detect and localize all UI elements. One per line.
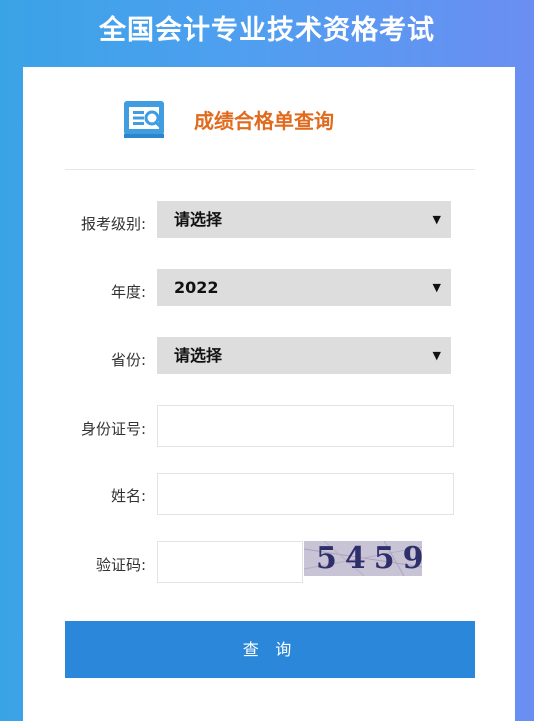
province-select[interactable]: 请选择 ▼ <box>157 337 451 374</box>
query-button[interactable]: 查 询 <box>65 621 475 678</box>
card-header: 成绩合格单查询 <box>23 67 515 169</box>
chevron-down-icon: ▼ <box>432 281 441 294</box>
province-label: 省份: <box>110 351 146 369</box>
exam-level-value: 请选择 <box>174 210 223 229</box>
chevron-down-icon: ▼ <box>432 213 441 226</box>
name-input[interactable] <box>157 473 454 515</box>
id-number-label: 身份证号: <box>80 420 146 438</box>
year-label: 年度: <box>110 283 146 301</box>
exam-level-label: 报考级别: <box>80 215 146 233</box>
captcha-code: 5459 <box>316 541 422 576</box>
search-document-icon <box>124 101 164 138</box>
chevron-down-icon: ▼ <box>432 349 441 362</box>
province-value: 请选择 <box>174 346 223 365</box>
captcha-input[interactable] <box>157 541 303 583</box>
exam-level-select[interactable]: 请选择 ▼ <box>157 201 451 238</box>
card-heading: 成绩合格单查询 <box>194 109 334 133</box>
page-title: 全国会计专业技术资格考试 <box>99 15 435 46</box>
name-label: 姓名: <box>110 487 146 505</box>
header-divider <box>65 169 475 170</box>
id-number-input[interactable] <box>157 405 454 447</box>
query-card: 成绩合格单查询 报考级别: 请选择 ▼ 年度: 2022 ▼ 省份: 请选择 ▼… <box>23 67 515 721</box>
captcha-label: 验证码: <box>95 556 146 574</box>
captcha-image[interactable]: 5459 <box>304 541 422 576</box>
year-value: 2022 <box>174 278 219 297</box>
year-select[interactable]: 2022 ▼ <box>157 269 451 306</box>
